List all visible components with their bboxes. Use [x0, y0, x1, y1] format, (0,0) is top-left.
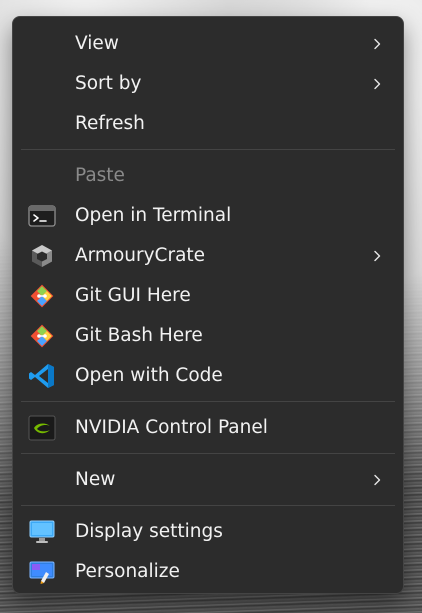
menu-separator: [21, 505, 395, 506]
menu-item-new-label: New: [75, 469, 116, 491]
menu-separator: [21, 149, 395, 150]
menu-item-git-bash-here-label: Git Bash Here: [75, 325, 203, 347]
menu-item-git-gui-here-label: Git GUI Here: [75, 285, 191, 307]
menu-item-open-in-terminal-label: Open in Terminal: [75, 205, 232, 227]
menu-item-armourycrate[interactable]: ArmouryCrate: [13, 236, 403, 276]
menu-item-open-in-terminal[interactable]: Open in Terminal: [13, 196, 403, 236]
menu-item-sort-by[interactable]: Sort by: [13, 64, 403, 104]
git-gui-icon: [28, 282, 56, 310]
menu-item-open-with-code[interactable]: Open with Code: [13, 356, 403, 396]
personalize-icon: [28, 558, 56, 586]
menu-separator: [21, 453, 395, 454]
terminal-icon: [28, 202, 56, 230]
menu-item-nvidia-control-panel-label: NVIDIA Control Panel: [75, 417, 268, 439]
menu-item-view[interactable]: View: [13, 24, 403, 64]
menu-item-paste: Paste: [13, 156, 403, 196]
menu-item-new[interactable]: New: [13, 460, 403, 500]
menu-item-refresh-label: Refresh: [75, 113, 145, 135]
vscode-icon: [28, 362, 56, 390]
display-settings-icon: [28, 518, 56, 546]
menu-item-git-bash-here[interactable]: Git Bash Here: [13, 316, 403, 356]
chevron-right-icon: [374, 78, 381, 90]
menu-item-paste-label: Paste: [75, 165, 125, 187]
armourycrate-icon: [28, 242, 56, 270]
menu-item-refresh[interactable]: Refresh: [13, 104, 403, 144]
menu-item-git-gui-here[interactable]: Git GUI Here: [13, 276, 403, 316]
desktop-context-menu: View Sort by Refresh Paste Open in Termi…: [12, 16, 404, 594]
menu-item-view-label: View: [75, 33, 119, 55]
menu-item-personalize-label: Personalize: [75, 561, 180, 583]
git-bash-icon: [28, 322, 56, 350]
chevron-right-icon: [374, 250, 381, 262]
nvidia-icon: [28, 414, 56, 442]
menu-item-personalize[interactable]: Personalize: [13, 552, 403, 592]
menu-item-sort-by-label: Sort by: [75, 73, 142, 95]
menu-item-nvidia-control-panel[interactable]: NVIDIA Control Panel: [13, 408, 403, 448]
menu-item-armourycrate-label: ArmouryCrate: [75, 245, 206, 267]
menu-item-display-settings-label: Display settings: [75, 521, 223, 543]
menu-item-display-settings[interactable]: Display settings: [13, 512, 403, 552]
menu-separator: [21, 401, 395, 402]
menu-item-open-with-code-label: Open with Code: [75, 365, 223, 387]
chevron-right-icon: [374, 474, 381, 486]
chevron-right-icon: [374, 38, 381, 50]
